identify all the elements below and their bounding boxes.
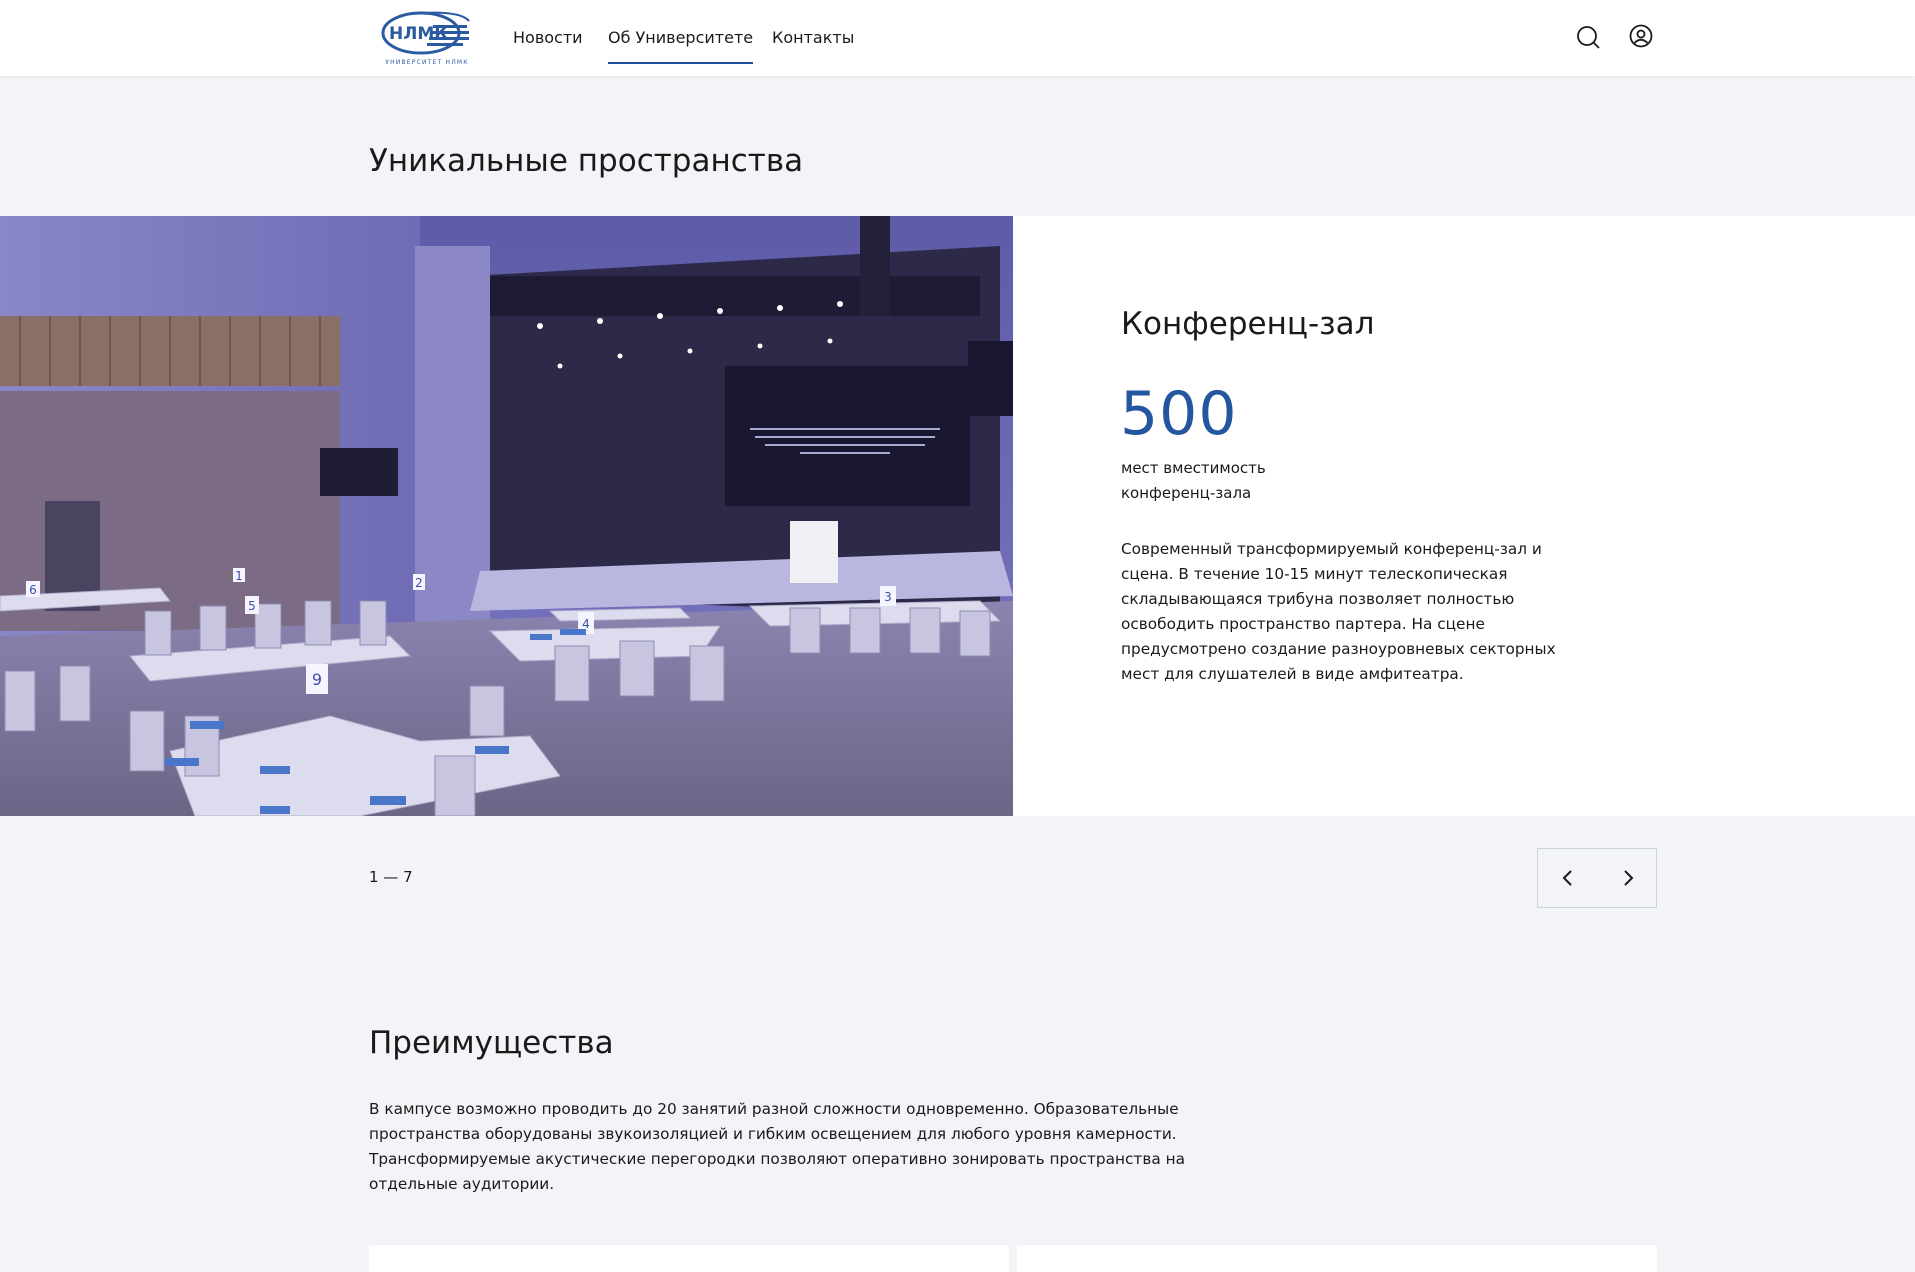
spaces-title: Уникальные пространства [369,143,804,179]
table-number-5: 5 [248,599,256,613]
chevron-right-icon [1623,870,1633,886]
table-number-2: 2 [415,576,423,590]
site-header: НЛМК УНИВЕРСИТЕТ НЛМК Новости Об Универс… [0,0,1915,76]
slide-description: Современный трансформируемый конференц-з… [1121,540,1556,683]
prev-slide-button[interactable] [1538,849,1597,907]
logo-subtitle: УНИВЕРСИТЕТ НЛМК [385,59,469,66]
capacity-number: 500 [1120,379,1238,449]
chevron-left-icon [1562,870,1572,886]
slide-image: 6 5 2 1 4 3 9 [0,216,1013,816]
capacity-caption-line2: конференц-зала [1121,484,1252,502]
slider-navigation [1537,848,1657,908]
capacity-caption: мест вместимость конференц-зала [1121,456,1321,506]
advantage-card [369,1245,1009,1272]
table-number-6: 6 [29,583,37,597]
nlmk-logo[interactable]: НЛМК УНИВЕРСИТЕТ НЛМК [381,7,473,69]
nav-contacts[interactable]: Контакты [772,28,854,47]
conference-hall-photo: 6 5 2 1 4 3 9 [0,216,1013,816]
advantages-title: Преимущества [369,1025,614,1061]
table-number-1: 1 [235,569,243,583]
slide-pager: 1 — 7 [369,868,413,886]
logo-mark: НЛМК [381,11,470,55]
slide-panel: Конференц-зал 500 мест вместимость конфе… [1013,216,1915,816]
slide-title: Конференц-зал [1121,306,1375,342]
nav-news[interactable]: Новости [513,28,583,47]
nav-about-university[interactable]: Об Университете [608,28,754,64]
table-number-4: 4 [582,617,590,631]
search-icon[interactable] [1575,24,1601,50]
user-icon[interactable] [1628,24,1654,50]
table-number-9: 9 [312,670,322,689]
next-slide-button[interactable] [1598,849,1657,907]
capacity-caption-line1: мест вместимость [1121,459,1266,477]
advantage-card [1017,1245,1657,1272]
logo-text: НЛМК [389,24,448,44]
table-number-3: 3 [884,590,892,604]
advantages-text: В кампусе возможно проводить до 20 занят… [369,1100,1185,1193]
